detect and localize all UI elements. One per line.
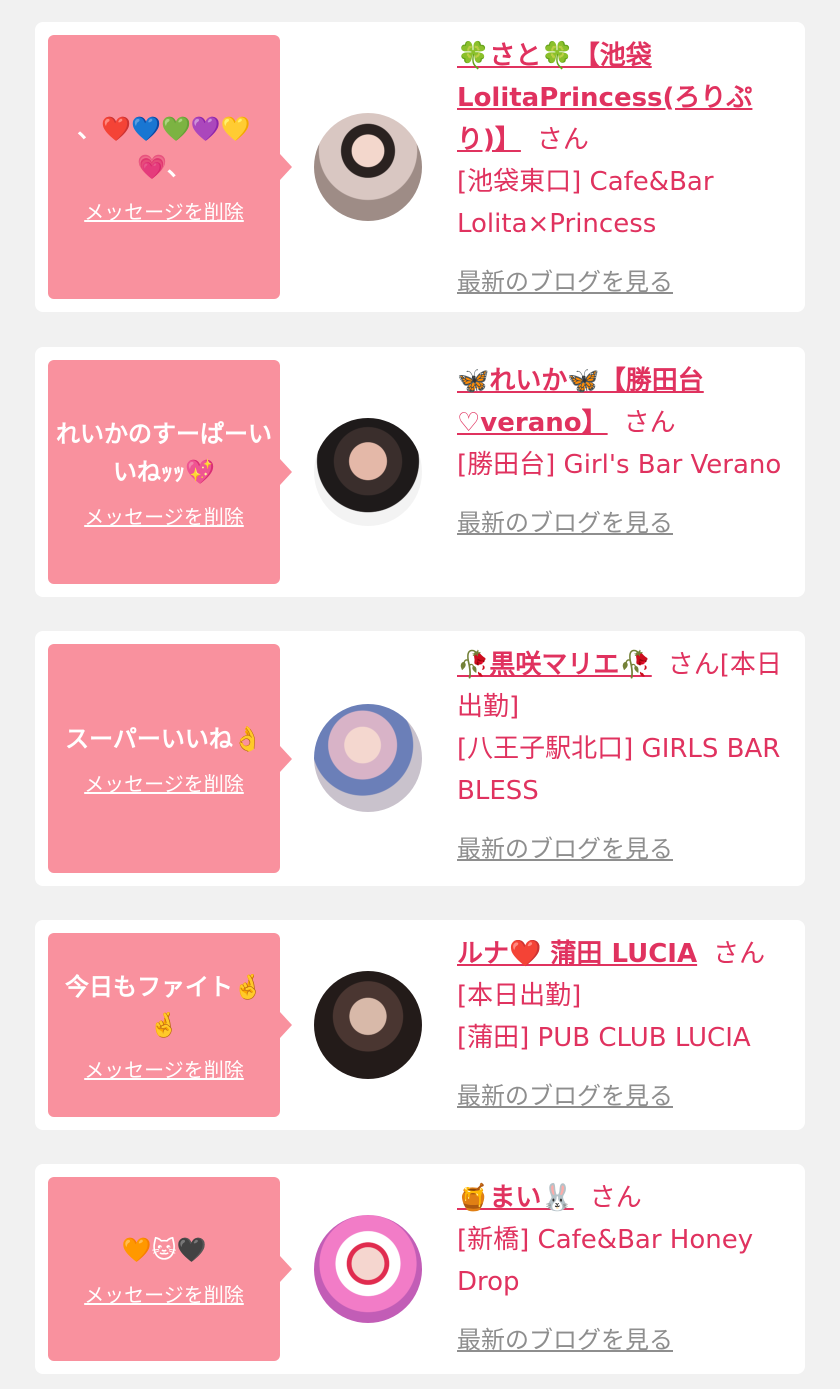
honorific: さん (623, 408, 676, 438)
latest-blog-link[interactable]: 最新のブログを見る (457, 1075, 673, 1117)
sender-info: 🍯まい🐰 さん [新橋] Cafe&Bar Honey Drop 最新のブログを見… (457, 1177, 792, 1361)
shop-name: [蒲田] PUB CLUB LUCIA (457, 1023, 751, 1053)
message-text: 🧡🐱🖤 (121, 1235, 207, 1264)
delete-message-link[interactable]: メッセージを削除 (84, 1054, 244, 1083)
sender-name-link[interactable]: 🍯まい🐰 (457, 1183, 574, 1213)
sender-info: 🥀黒咲マリエ🥀 さん[本日出勤] [八王子駅北口] GIRLS BAR BLESS… (457, 644, 792, 870)
avatar[interactable] (314, 704, 422, 812)
sender-info: ルナ❤️ 蒲田 LUCIA さん[本日出勤] [蒲田] PUB CLUB LUCI… (457, 933, 792, 1117)
message-bubble: スーパーいいね👌 メッセージを削除 (48, 644, 292, 873)
message-text: れいかのすーぱーいいねｯｯ💖 (56, 419, 272, 486)
delete-message-link[interactable]: メッセージを削除 (84, 501, 244, 530)
sender-info: 🦋れいか🦋【勝田台♡verano】 さん [勝田台] Girl's Bar Ver… (457, 360, 792, 544)
message-card: れいかのすーぱーいいねｯｯ💖 メッセージを削除 🦋れいか🦋【勝田台♡verano… (35, 347, 805, 597)
shop-name: [池袋東口] Cafe&Bar Lolita×Princess (457, 167, 714, 239)
message-bubble: 🧡🐱🖤 メッセージを削除 (48, 1177, 292, 1361)
honorific: さん (536, 125, 589, 155)
message-bubble: れいかのすーぱーいいねｯｯ💖 メッセージを削除 (48, 360, 292, 584)
message-text: 今日もファイト🤞🤞 (65, 972, 263, 1039)
sender-name-link[interactable]: ルナ❤️ 蒲田 LUCIA (457, 939, 697, 969)
message-card: 🧡🐱🖤 メッセージを削除 🍯まい🐰 さん [新橋] Cafe&Bar Honey … (35, 1164, 805, 1374)
honorific: さん (589, 1183, 642, 1213)
shop-name: [新橋] Cafe&Bar Honey Drop (457, 1225, 754, 1297)
shop-name: [八王子駅北口] GIRLS BAR BLESS (457, 734, 781, 806)
sender-name-link[interactable]: 🍀さと🍀【池袋LolitaPrincess(ろりぷり)】 (457, 41, 752, 155)
message-text: スーパーいいね👌 (65, 725, 263, 753)
avatar[interactable] (314, 971, 422, 1079)
message-bubble: 、❤️💙💚💜💛💗、 メッセージを削除 (48, 35, 292, 299)
delete-message-link[interactable]: メッセージを削除 (84, 1279, 244, 1308)
message-bubble: 今日もファイト🤞🤞 メッセージを削除 (48, 933, 292, 1117)
message-card: 今日もファイト🤞🤞 メッセージを削除 ルナ❤️ 蒲田 LUCIA さん[本日出勤]… (35, 920, 805, 1130)
delete-message-link[interactable]: メッセージを削除 (84, 768, 244, 797)
message-list: 、❤️💙💚💜💛💗、 メッセージを削除 🍀さと🍀【池袋LolitaPrincess… (0, 0, 840, 1389)
avatar[interactable] (314, 1215, 422, 1323)
message-text: 、❤️💙💚💜💛💗、 (77, 114, 251, 181)
message-card: スーパーいいね👌 メッセージを削除 🥀黒咲マリエ🥀 さん[本日出勤] [八王子駅北… (35, 631, 805, 886)
sender-name-link[interactable]: 🥀黒咲マリエ🥀 (457, 650, 652, 680)
latest-blog-link[interactable]: 最新のブログを見る (457, 502, 673, 544)
latest-blog-link[interactable]: 最新のブログを見る (457, 1319, 673, 1361)
sender-info: 🍀さと🍀【池袋LolitaPrincess(ろりぷり)】 さん [池袋東口] Ca… (457, 35, 792, 303)
latest-blog-link[interactable]: 最新のブログを見る (457, 828, 673, 870)
avatar[interactable] (314, 113, 422, 221)
delete-message-link[interactable]: メッセージを削除 (84, 196, 244, 225)
shop-name: [勝田台] Girl's Bar Verano (457, 450, 782, 480)
latest-blog-link[interactable]: 最新のブログを見る (457, 261, 673, 303)
avatar[interactable] (314, 418, 422, 526)
message-card: 、❤️💙💚💜💛💗、 メッセージを削除 🍀さと🍀【池袋LolitaPrincess… (35, 22, 805, 312)
